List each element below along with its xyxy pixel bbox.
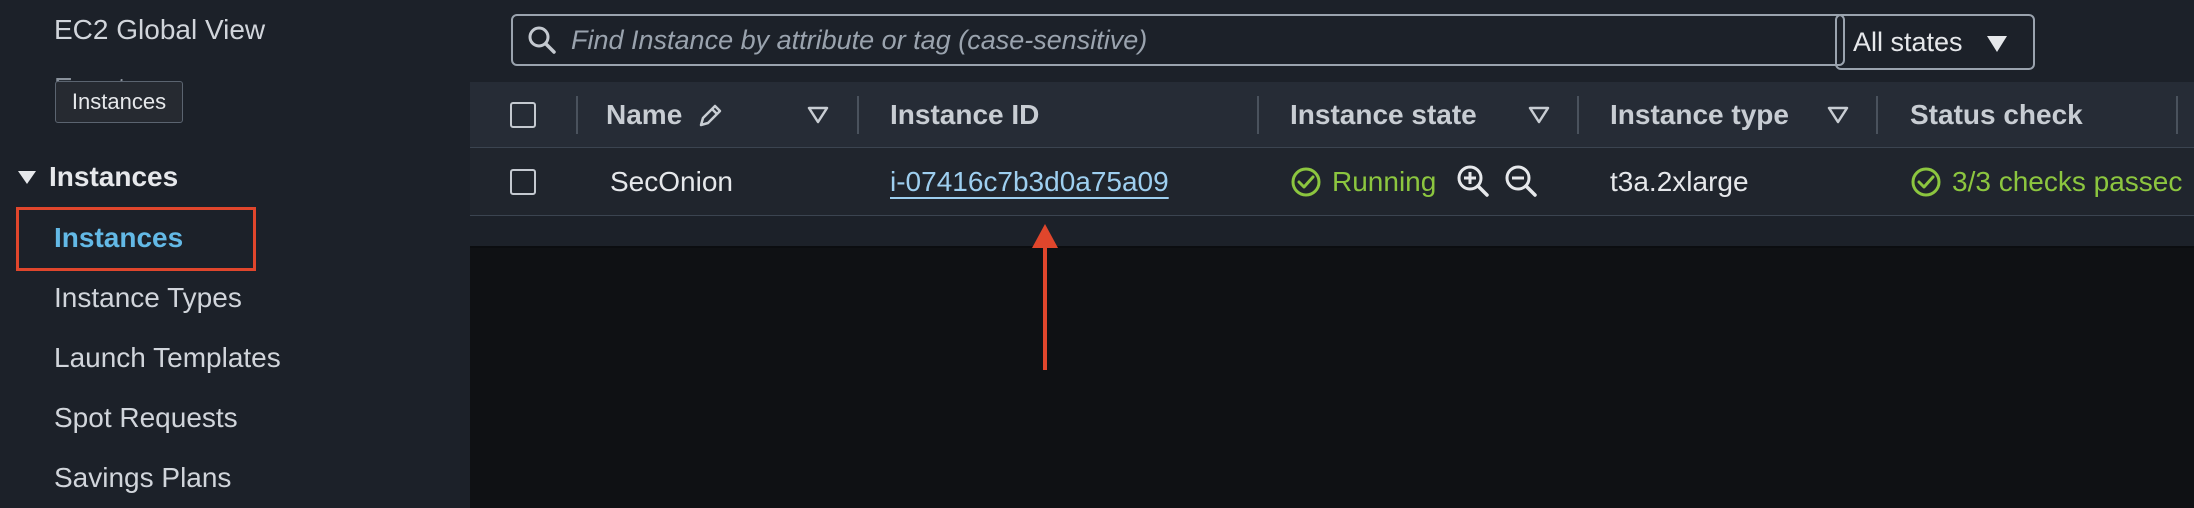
sidebar-item-spot-requests[interactable]: Spot Requests xyxy=(54,402,238,434)
sort-filter-icon[interactable] xyxy=(1827,106,1849,124)
instance-id-link[interactable]: i-07416c7b3d0a75a09 xyxy=(890,148,1169,216)
search-input[interactable]: Find Instance by attribute or tag (case-… xyxy=(511,14,1845,66)
search-placeholder: Find Instance by attribute or tag (case-… xyxy=(571,24,1148,55)
select-all-checkbox[interactable] xyxy=(510,102,536,128)
sidebar-item-ec2-global-view[interactable]: EC2 Global View xyxy=(54,14,265,46)
column-header-status-check[interactable]: Status check xyxy=(1910,82,2083,148)
column-header-instance-state[interactable]: Instance state xyxy=(1290,82,1477,148)
sidebar-item-instances[interactable]: Instances xyxy=(54,222,183,254)
table-footer-strip xyxy=(470,216,2194,248)
search-icon xyxy=(528,26,556,54)
cell-name: SecOnion xyxy=(610,166,733,197)
states-filter-label: All states xyxy=(1853,26,1963,57)
edit-pencil-icon[interactable] xyxy=(696,102,724,130)
row-checkbox[interactable] xyxy=(510,169,536,195)
column-divider xyxy=(1577,96,1579,134)
sort-filter-icon[interactable] xyxy=(807,106,829,124)
sidebar-section-instances[interactable]: Instances xyxy=(15,160,178,194)
annotation-arrow xyxy=(1032,224,1058,370)
cell-instance-type: t3a.2xlarge xyxy=(1610,166,1749,197)
zoom-in-icon[interactable] xyxy=(1456,164,1490,198)
column-header-name-label: Name xyxy=(606,99,683,130)
column-header-instance-id[interactable]: Instance ID xyxy=(890,82,1039,148)
toolbar: Find Instance by attribute or tag (case-… xyxy=(470,0,2194,82)
section-label: Instances xyxy=(49,161,179,192)
instance-state-label: Running xyxy=(1332,166,1437,197)
states-filter-dropdown[interactable]: All states xyxy=(1835,14,2035,70)
check-circle-icon xyxy=(1911,167,1941,197)
table-row[interactable]: SecOnion i-07416c7b3d0a75a09 Running t3a… xyxy=(470,148,2194,216)
column-divider xyxy=(857,96,859,134)
zoom-out-icon[interactable] xyxy=(1504,164,1538,198)
status-check-label: 3/3 checks passec xyxy=(1952,166,2183,197)
sidebar-item-launch-templates[interactable]: Launch Templates xyxy=(54,342,281,374)
expand-triangle-icon xyxy=(18,171,36,184)
cell-status-check[interactable]: 3/3 checks passec xyxy=(1910,148,2182,216)
sidebar-item-instance-types[interactable]: Instance Types xyxy=(54,282,242,314)
main-content: Find Instance by attribute or tag (case-… xyxy=(470,0,2194,508)
sidebar-item-savings-plans[interactable]: Savings Plans xyxy=(54,462,231,494)
sort-filter-icon[interactable] xyxy=(1528,106,1550,124)
check-circle-icon xyxy=(1291,167,1321,197)
column-divider xyxy=(1876,96,1878,134)
table-header: Name Instance ID Instance state Instance… xyxy=(470,82,2194,148)
sidebar: EC2 Global View Events Instances Instanc… xyxy=(0,0,470,508)
column-header-instance-type[interactable]: Instance type xyxy=(1610,82,1789,148)
cell-instance-state: Running xyxy=(1290,148,1436,216)
column-divider xyxy=(2176,96,2178,134)
column-header-name[interactable]: Name xyxy=(606,82,682,148)
tooltip: Instances xyxy=(55,81,183,123)
column-divider xyxy=(1257,96,1259,134)
column-divider xyxy=(576,96,578,134)
dropdown-caret-icon xyxy=(1987,36,2007,52)
